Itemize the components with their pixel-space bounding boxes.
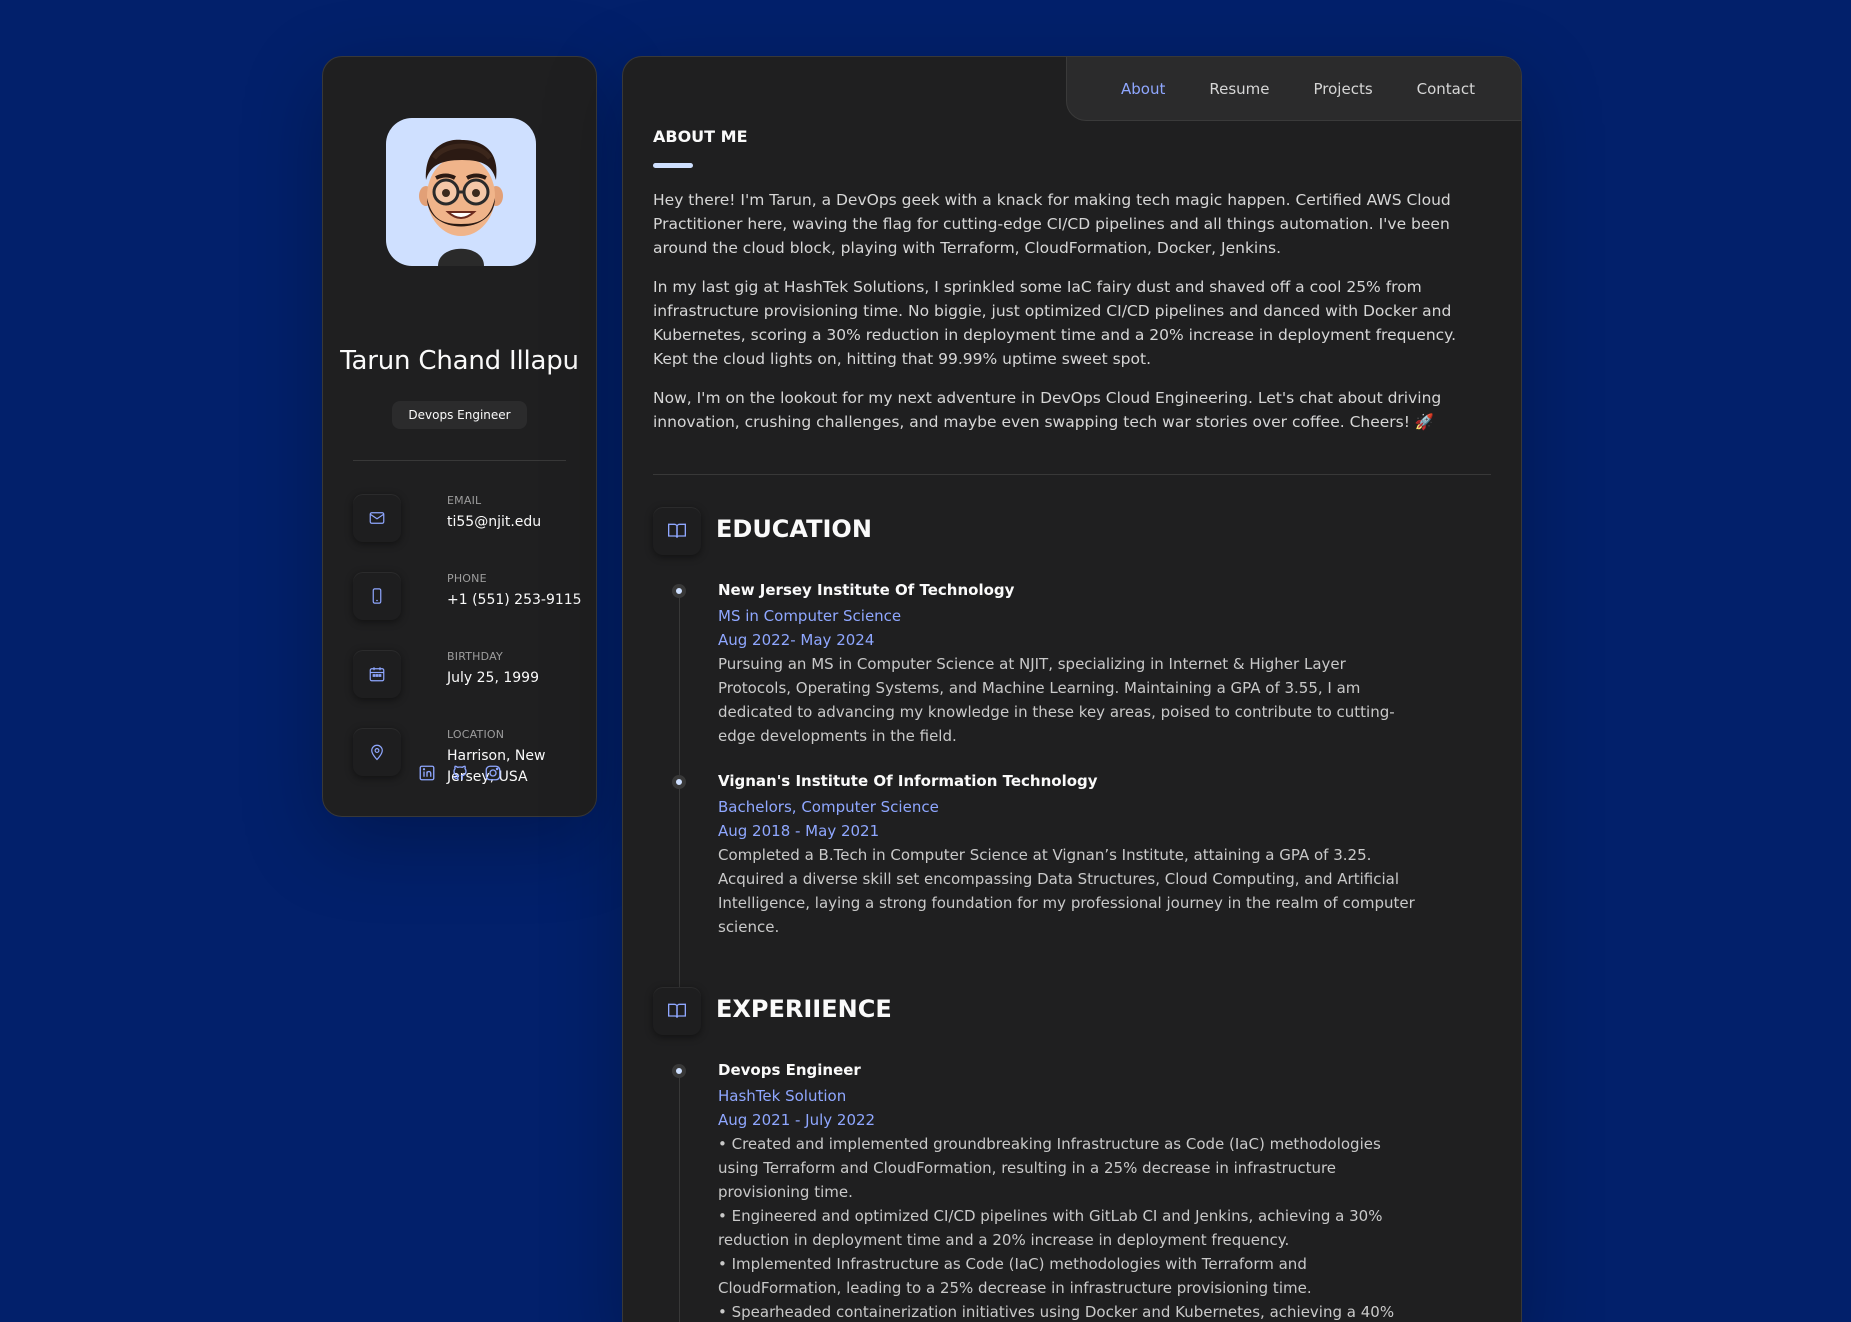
phone-icon xyxy=(353,572,401,620)
timeline-title: Devops Engineer xyxy=(718,1061,861,1079)
timeline-bullet: • Implemented Infrastructure as Code (Ia… xyxy=(718,1255,1312,1297)
top-navbar: About Resume Projects Contact xyxy=(1066,57,1521,121)
book-icon xyxy=(653,507,701,555)
main-content: About Resume Projects Contact ABOUT ME H… xyxy=(622,56,1522,1322)
timeline-item: Devops Engineer HashTek Solution Aug 202… xyxy=(672,1060,1418,1322)
timeline-line xyxy=(679,587,680,997)
nav-about[interactable]: About xyxy=(1121,80,1165,98)
github-icon[interactable] xyxy=(450,763,469,782)
timeline-item: New Jersey Institute Of Technology MS in… xyxy=(672,580,1418,748)
timeline-date: Aug 2018 - May 2021 xyxy=(718,822,880,840)
timeline-description: Pursuing an MS in Computer Science at NJ… xyxy=(718,655,1395,745)
timeline-dot xyxy=(672,1064,686,1078)
experience-heading: EXPERIIENCE xyxy=(716,995,892,1023)
education-heading: EDUCATION xyxy=(716,515,872,543)
contact-label: LOCATION xyxy=(447,728,505,741)
profile-title-badge: Devops Engineer xyxy=(392,401,527,429)
timeline-title: New Jersey Institute Of Technology xyxy=(718,581,1015,599)
calendar-icon xyxy=(353,650,401,698)
book-icon xyxy=(653,987,701,1035)
timeline-bullet: • Engineered and optimized CI/CD pipelin… xyxy=(718,1207,1383,1249)
timeline-bullet: • Spearheaded containerization initiativ… xyxy=(718,1303,1395,1321)
timeline-description: Completed a B.Tech in Computer Science a… xyxy=(718,846,1415,936)
timeline-date: Aug 2022- May 2024 xyxy=(718,631,875,649)
experience-header: EXPERIIENCE xyxy=(653,987,1053,1035)
nav-projects[interactable]: Projects xyxy=(1314,80,1373,98)
nav-resume[interactable]: Resume xyxy=(1209,80,1269,98)
timeline-dot xyxy=(672,775,686,789)
timeline-date: Aug 2021 - July 2022 xyxy=(718,1111,876,1129)
timeline-bullet: • Created and implemented groundbreaking… xyxy=(718,1135,1381,1201)
contact-label: PHONE xyxy=(447,572,487,585)
education-header: EDUCATION xyxy=(653,507,1053,555)
contact-birthday: BIRTHDAY July 25, 1999 xyxy=(353,650,586,710)
about-paragraph: Now, I'm on the lookout for my next adve… xyxy=(653,389,1442,431)
timeline-subtitle: Bachelors, Computer Science xyxy=(718,798,939,816)
profile-sidebar: Tarun Chand Illapu Devops Engineer EMAIL… xyxy=(322,56,597,817)
profile-name: Tarun Chand Illapu xyxy=(340,346,579,376)
about-paragraph: In my last gig at HashTek Solutions, I s… xyxy=(653,278,1457,368)
avatar xyxy=(386,118,536,266)
linkedin-icon[interactable] xyxy=(417,763,436,782)
contact-email: EMAIL ti55@njit.edu xyxy=(353,494,586,554)
contact-phone: PHONE +1 (551) 253-9115 xyxy=(353,572,586,632)
email-link[interactable]: ti55@njit.edu xyxy=(447,512,597,533)
about-heading: ABOUT ME xyxy=(653,127,748,146)
timeline-title: Vignan's Institute Of Information Techno… xyxy=(718,772,1098,790)
timeline-item: Vignan's Institute Of Information Techno… xyxy=(672,771,1418,939)
timeline-subtitle: HashTek Solution xyxy=(718,1087,847,1105)
contact-label: BIRTHDAY xyxy=(447,650,503,663)
section-divider xyxy=(653,474,1491,475)
contact-label: EMAIL xyxy=(447,494,482,507)
memoji-avatar-icon xyxy=(419,139,503,266)
mail-icon xyxy=(353,494,401,542)
social-links xyxy=(323,763,596,782)
timeline-dot xyxy=(672,584,686,598)
nav-contact[interactable]: Contact xyxy=(1417,80,1475,98)
phone-link[interactable]: +1 (551) 253-9115 xyxy=(447,590,597,611)
birthday-value: July 25, 1999 xyxy=(447,670,539,686)
timeline-subtitle: MS in Computer Science xyxy=(718,607,902,625)
heading-underline xyxy=(653,163,693,168)
about-paragraph: Hey there! I'm Tarun, a DevOps geek with… xyxy=(653,191,1451,257)
sidebar-divider xyxy=(353,460,566,461)
timeline-line xyxy=(679,1067,680,1322)
instagram-icon[interactable] xyxy=(483,763,502,782)
